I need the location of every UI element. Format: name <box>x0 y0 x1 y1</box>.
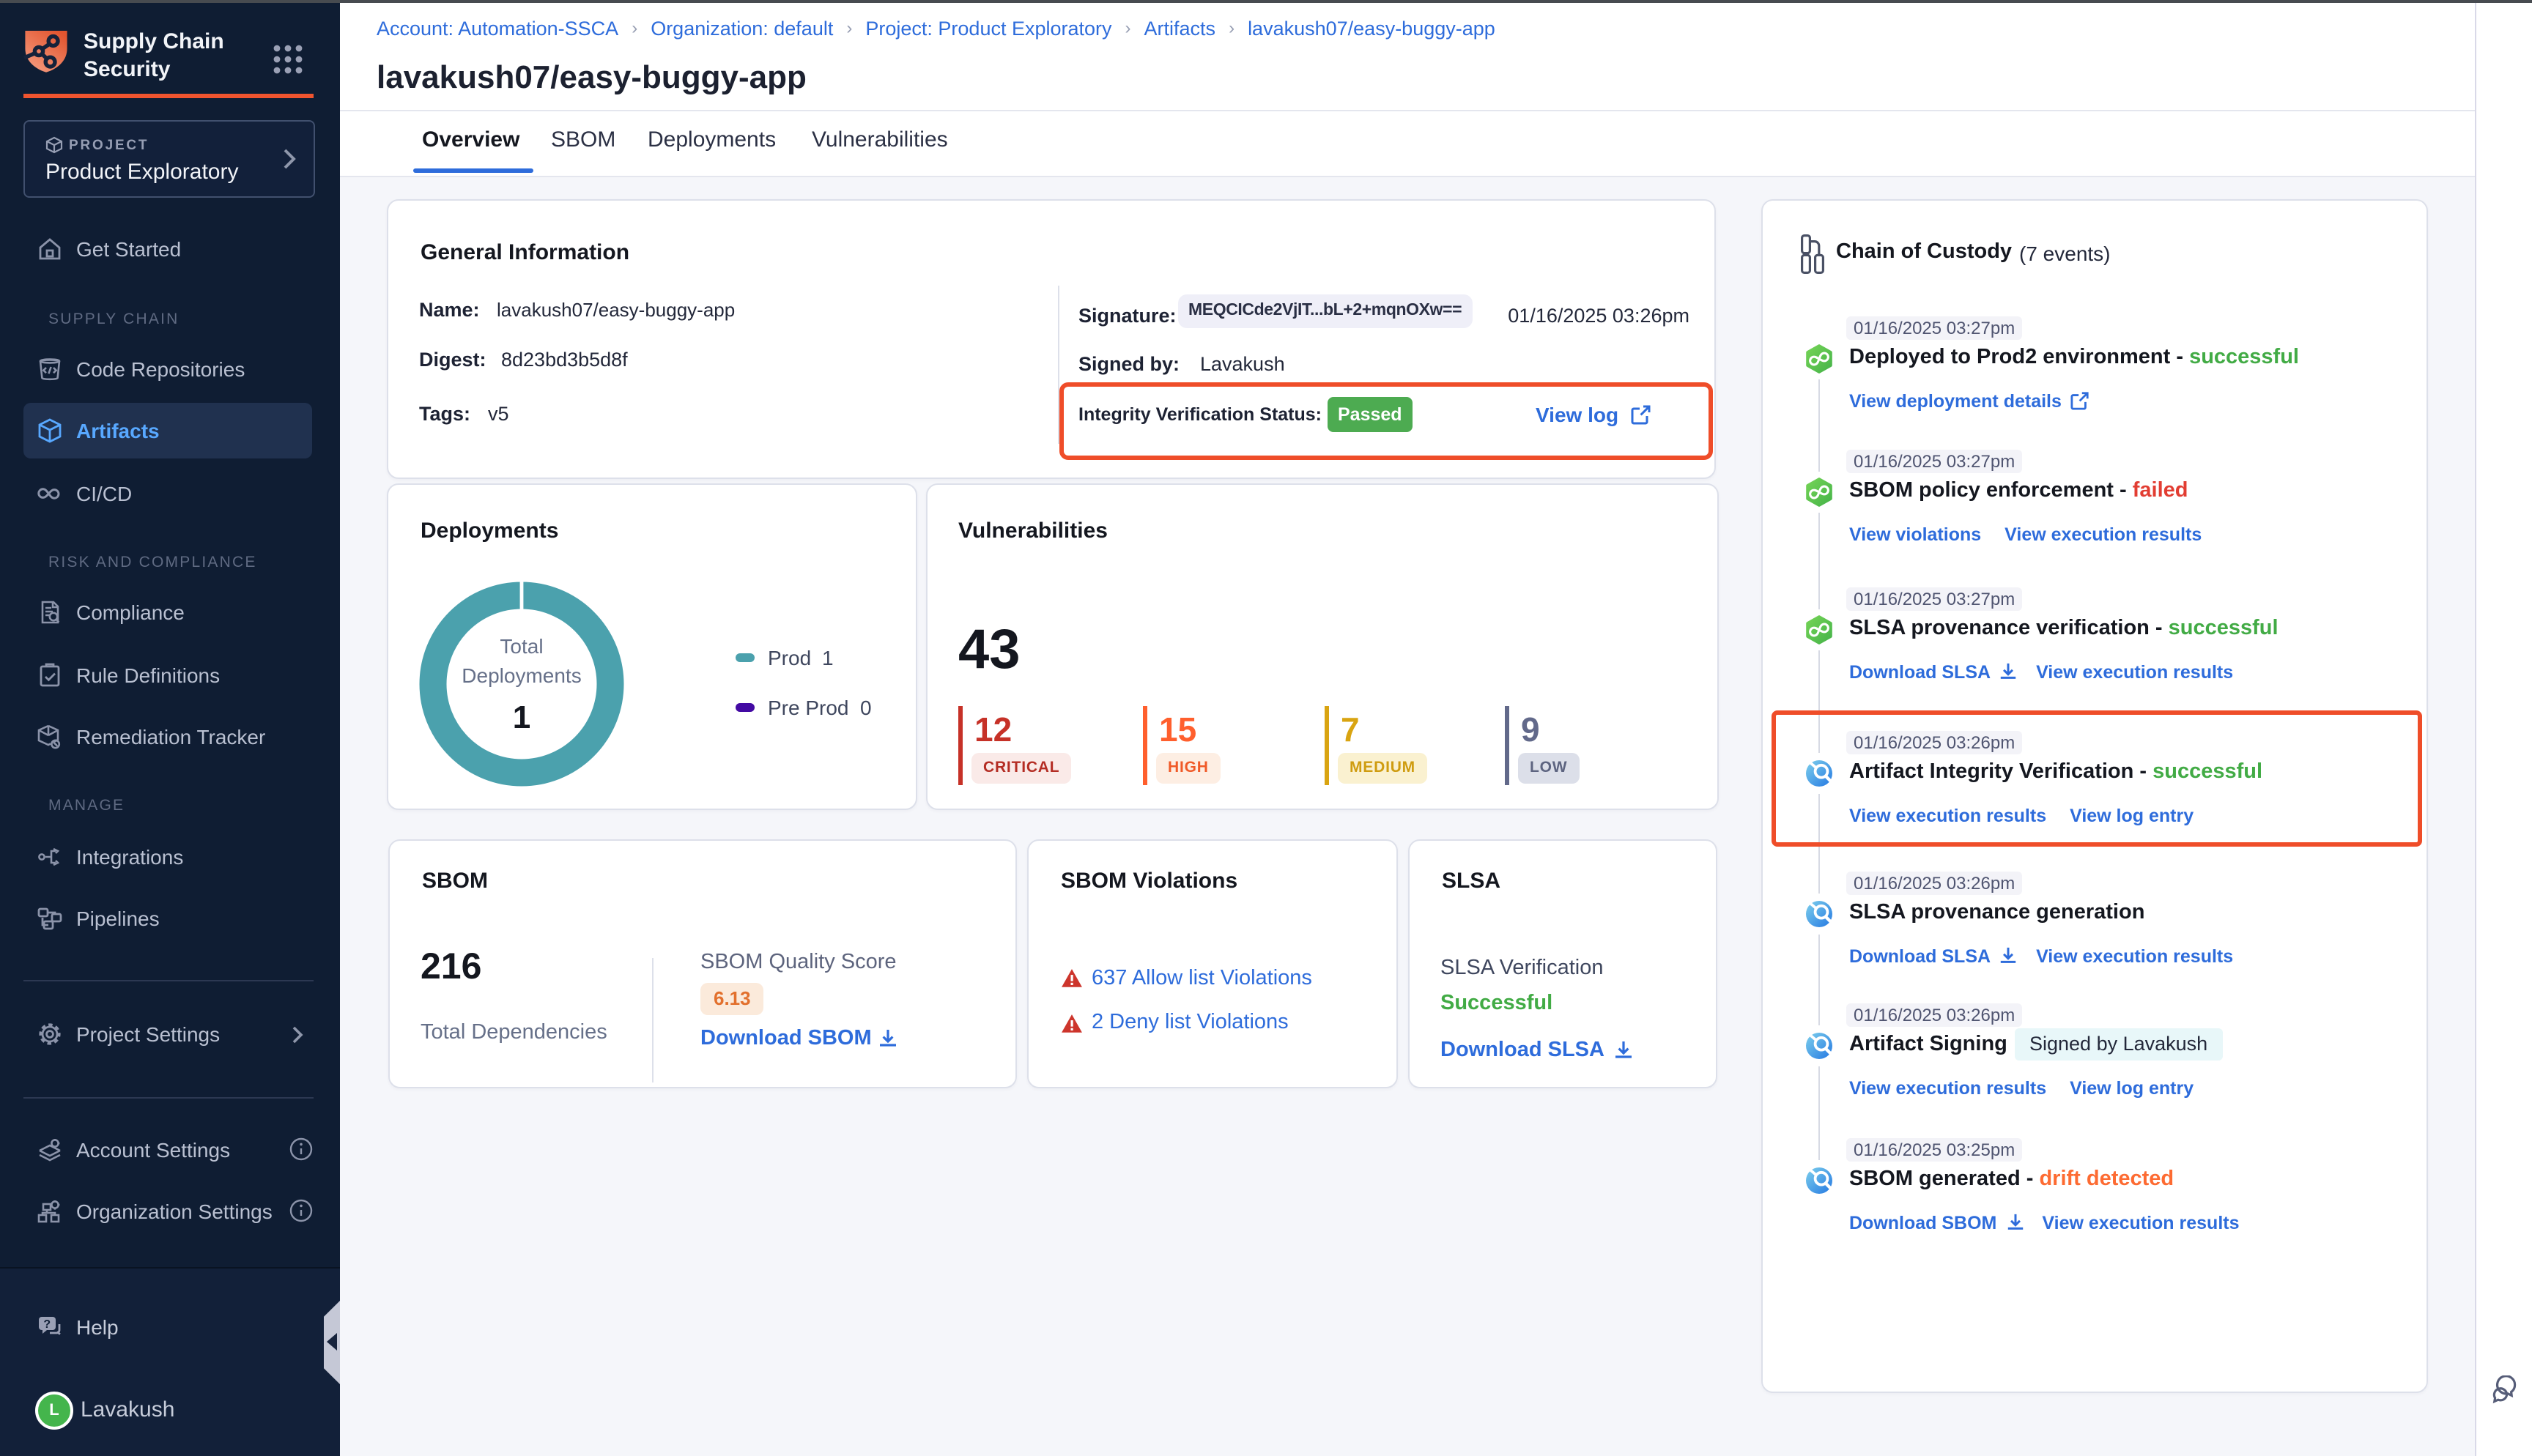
svg-text:?: ? <box>43 1318 51 1331</box>
